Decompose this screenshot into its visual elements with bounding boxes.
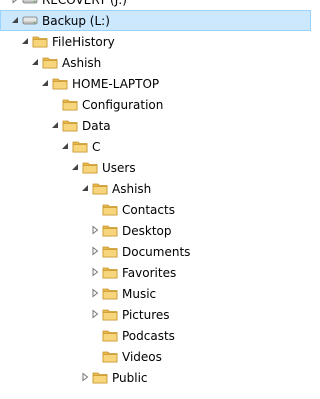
tree-item-label: RECOVERY (J:) — [42, 0, 127, 7]
tree-item-recovery-j[interactable]: RECOVERY (J:) — [0, 0, 311, 10]
tree-item-c[interactable]: C — [0, 136, 311, 157]
tree-item-label: Desktop — [122, 224, 172, 238]
tree-item-music[interactable]: Music — [0, 283, 311, 304]
tree-item-label: Pictures — [122, 308, 170, 322]
tree-item-videos[interactable]: Videos — [0, 346, 311, 367]
folder-icon — [102, 348, 118, 364]
tree-item-label: Ashish — [112, 182, 152, 196]
expanded-arrow-icon[interactable] — [50, 120, 60, 130]
tree-item-label: Data — [82, 119, 111, 133]
collapsed-arrow-icon[interactable] — [80, 372, 90, 382]
tree-item-label: Configuration — [82, 98, 164, 112]
tree-item-favorites[interactable]: Favorites — [0, 262, 311, 283]
folder-icon — [102, 264, 118, 280]
folder-icon — [92, 369, 108, 385]
tree-item-label: HOME-LAPTOP — [72, 77, 160, 91]
folder-icon — [102, 306, 118, 322]
collapsed-arrow-icon[interactable] — [90, 309, 100, 319]
tree-item-label: Users — [102, 161, 136, 175]
tree-item-label: Videos — [122, 350, 162, 364]
tree-item-podcasts[interactable]: Podcasts — [0, 325, 311, 346]
folder-icon — [32, 33, 48, 49]
folder-icon — [62, 117, 78, 133]
tree-item-label: Backup (L:) — [42, 14, 110, 28]
tree-item-pictures[interactable]: Pictures — [0, 304, 311, 325]
expanded-arrow-icon[interactable] — [30, 57, 40, 67]
tree-item-ashish[interactable]: Ashish — [0, 178, 311, 199]
expanded-arrow-icon[interactable] — [60, 141, 70, 151]
expanded-arrow-icon[interactable] — [40, 78, 50, 88]
tree-item-label: Contacts — [122, 203, 175, 217]
tree-item-label: Favorites — [122, 266, 177, 280]
tree-item-ashish[interactable]: Ashish — [0, 52, 311, 73]
folder-icon — [102, 222, 118, 238]
tree-item-contacts[interactable]: Contacts — [0, 199, 311, 220]
expanded-arrow-icon[interactable] — [10, 15, 20, 25]
collapsed-arrow-icon[interactable] — [10, 0, 20, 4]
tree-item-configuration[interactable]: Configuration — [0, 94, 311, 115]
tree-item-filehistory[interactable]: FileHistory — [0, 31, 311, 52]
tree-item-data[interactable]: Data — [0, 115, 311, 136]
tree-item-label: Podcasts — [122, 329, 175, 343]
tree-item-public[interactable]: Public — [0, 367, 311, 388]
folder-icon — [92, 180, 108, 196]
tree-item-users[interactable]: Users — [0, 157, 311, 178]
folder-icon — [102, 327, 118, 343]
tree-item-label: Public — [112, 371, 148, 385]
folder-icon — [52, 75, 68, 91]
expanded-arrow-icon[interactable] — [20, 36, 30, 46]
folder-icon — [102, 201, 118, 217]
folder-icon — [102, 285, 118, 301]
folder-icon — [72, 138, 88, 154]
expanded-arrow-icon[interactable] — [80, 183, 90, 193]
collapsed-arrow-icon[interactable] — [90, 246, 100, 256]
tree-item-home-laptop[interactable]: HOME-LAPTOP — [0, 73, 311, 94]
tree-item-label: FileHistory — [52, 35, 115, 49]
folder-icon — [42, 54, 58, 70]
collapsed-arrow-icon[interactable] — [90, 288, 100, 298]
folder-icon — [62, 96, 78, 112]
tree-item-documents[interactable]: Documents — [0, 241, 311, 262]
collapsed-arrow-icon[interactable] — [90, 267, 100, 277]
tree-item-label: Ashish — [62, 56, 102, 70]
expanded-arrow-icon[interactable] — [70, 162, 80, 172]
tree-item-label: Music — [122, 287, 157, 301]
drive-icon — [22, 12, 38, 28]
tree-item-backup-l[interactable]: Backup (L:) — [0, 10, 311, 31]
tree-item-label: Documents — [122, 245, 191, 259]
collapsed-arrow-icon[interactable] — [90, 225, 100, 235]
tree-item-label: C — [92, 140, 101, 154]
tree-item-desktop[interactable]: Desktop — [0, 220, 311, 241]
folder-icon — [82, 159, 98, 175]
drive-icon — [22, 0, 38, 7]
folder-tree: RECOVERY (J:) Backup (L:) FileHistory Ashis… — [0, 0, 311, 399]
folder-icon — [102, 243, 118, 259]
